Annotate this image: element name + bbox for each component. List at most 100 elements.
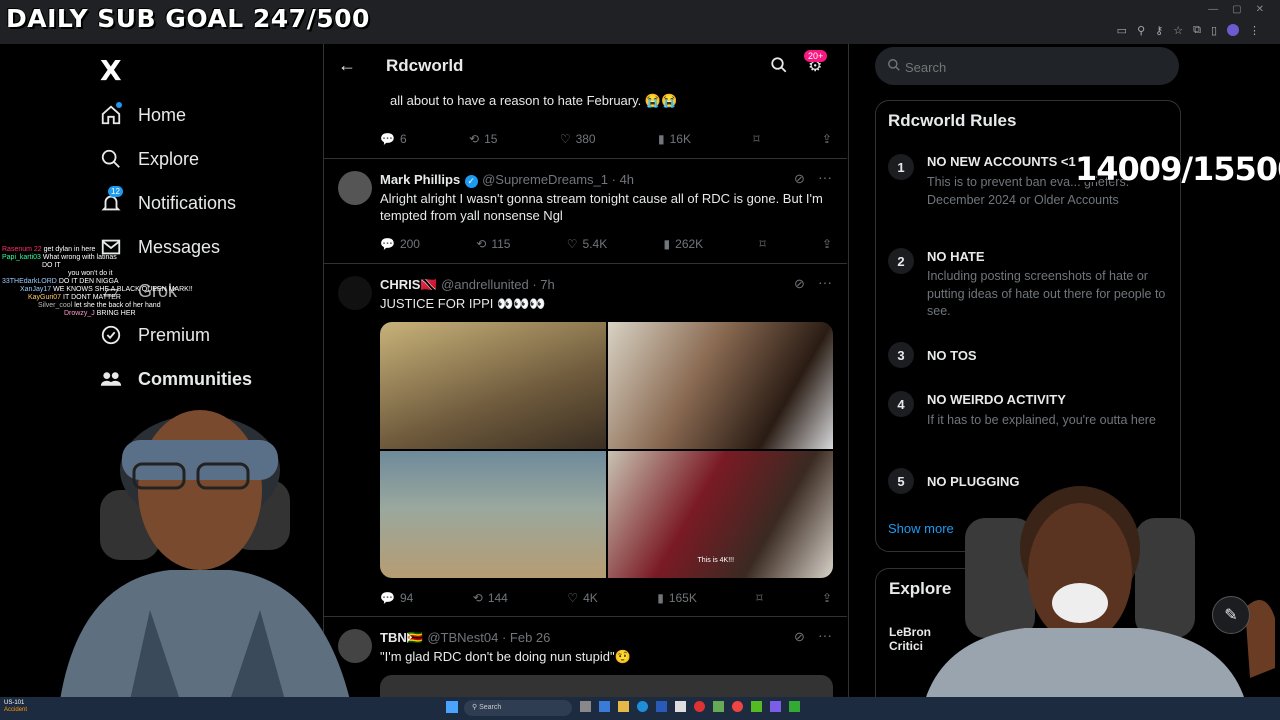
views-icon: ▮ <box>657 591 664 605</box>
nav-premium[interactable]: Premium <box>100 324 210 346</box>
edge-icon[interactable] <box>637 701 648 712</box>
rule-title: NO TOS <box>927 348 977 363</box>
more-icon[interactable]: ··· <box>818 274 832 290</box>
reply-button[interactable]: 💬 94 <box>380 591 413 605</box>
weather-widget[interactable]: US-101 Accident <box>4 700 27 714</box>
nav-home-label: Home <box>138 104 187 125</box>
like-button[interactable]: ♡ 380 <box>560 132 596 146</box>
views-button[interactable]: ▮ 165K <box>657 591 697 605</box>
tweet[interactable]: all about to have a reason to hate Febru… <box>324 88 847 159</box>
grok-icon[interactable]: ⊘ <box>794 171 805 187</box>
tweet-handle[interactable]: @TBNest04 · Feb 26 <box>427 630 550 645</box>
search-icon[interactable] <box>770 56 788 79</box>
zoom-icon[interactable]: ⚲ <box>1137 24 1145 37</box>
heart-icon: ♡ <box>567 591 579 605</box>
share-icon[interactable]: ⇪ <box>822 132 832 146</box>
discord-icon[interactable] <box>770 701 781 712</box>
grok-icon[interactable]: ⊘ <box>794 629 805 645</box>
media-image[interactable] <box>380 322 606 449</box>
nav-home[interactable]: Home <box>100 102 187 126</box>
compose-icon: ✎ <box>1224 607 1238 624</box>
close-icon[interactable]: ✕ <box>1256 4 1264 15</box>
cast-icon[interactable]: ▭ <box>1117 24 1127 37</box>
sidebar-icon[interactable]: ▯ <box>1211 24 1217 37</box>
key-icon[interactable]: ⚷ <box>1155 24 1163 37</box>
tweet-text: all about to have a reason to hate Febru… <box>390 93 678 108</box>
tweet-author-name[interactable]: TBN🇿🇼 <box>380 630 423 645</box>
taskbar: US-101 Accident ⚲ Search <box>0 697 1280 720</box>
tweet-header: Mark Phillips ✓ @SupremeDreams_1 · 4h <box>380 171 634 189</box>
share-icon[interactable]: ⇪ <box>822 237 832 251</box>
more-icon[interactable]: ··· <box>818 627 832 643</box>
store-icon[interactable] <box>656 701 667 712</box>
reply-button[interactable]: 💬 6 <box>380 132 407 146</box>
search-box[interactable] <box>875 47 1179 85</box>
repost-button[interactable]: ⟲ 144 <box>473 591 508 605</box>
notification-count-badge: 20+ <box>804 50 828 62</box>
obs-icon[interactable] <box>694 701 705 712</box>
tweet-media-grid[interactable]: This is 4K!!! <box>380 322 833 578</box>
tweet[interactable]: Mark Phillips ✓ @SupremeDreams_1 · 4h ⊘ … <box>324 159 847 264</box>
search-input[interactable] <box>903 55 1167 79</box>
nav-explore-label: Explore <box>138 148 200 169</box>
maximize-icon[interactable]: ▢ <box>1232 4 1241 15</box>
tweet-handle[interactable]: @SupremeDreams_1 · 4h <box>482 172 634 187</box>
task-view-icon[interactable] <box>580 701 591 712</box>
profile-icon[interactable] <box>1227 24 1239 36</box>
like-button[interactable]: ♡ 4K <box>567 591 597 605</box>
nav-explore[interactable]: Explore <box>100 148 199 170</box>
tweet[interactable]: CHRIS🇹🇹 @andrellunited · 7h ⊘ ··· JUSTIC… <box>324 264 847 617</box>
avatar[interactable] <box>338 171 372 205</box>
media-image[interactable] <box>380 451 606 578</box>
reply-button[interactable]: 💬 200 <box>380 237 420 251</box>
grok-icon[interactable]: ⊘ <box>794 276 805 292</box>
taskbar-search[interactable]: ⚲ Search <box>464 700 572 716</box>
repost-button[interactable]: ⟲ 115 <box>476 237 510 251</box>
bookmark-icon[interactable]: ⌑ <box>759 237 765 251</box>
star-icon[interactable]: ☆ <box>1173 24 1183 37</box>
tweet-handle[interactable]: @andrellunited · 7h <box>441 277 555 292</box>
spotify-icon[interactable] <box>789 701 800 712</box>
rule-description: Including posting screenshots of hate or… <box>927 269 1166 318</box>
repost-button[interactable]: ⟲ 15 <box>469 132 497 146</box>
bell-icon: 12 <box>100 186 123 214</box>
app-icon[interactable] <box>751 701 762 712</box>
file-explorer-icon[interactable] <box>618 701 629 712</box>
views-button[interactable]: ▮ 16K <box>658 132 691 146</box>
media-image[interactable]: This is 4K!!! <box>607 451 833 578</box>
more-icon[interactable]: ··· <box>818 169 832 185</box>
x-logo[interactable]: X <box>100 54 122 87</box>
repost-icon: ⟲ <box>476 237 487 251</box>
views-icon: ▮ <box>657 132 665 146</box>
chrome-icon[interactable] <box>732 701 743 712</box>
back-arrow-icon[interactable]: ← <box>338 55 356 76</box>
menu-icon[interactable]: ⋮ <box>1249 24 1260 37</box>
media-image[interactable] <box>380 675 833 697</box>
taskbar-apps <box>580 701 800 712</box>
extensions-icon[interactable]: ⧉ <box>1193 24 1201 37</box>
rule-number: 3 <box>888 342 914 368</box>
widgets-icon[interactable] <box>599 701 610 712</box>
media-image[interactable] <box>607 322 833 449</box>
window-controls[interactable]: — ▢ ✕ <box>1208 4 1264 15</box>
avatar[interactable] <box>338 276 372 310</box>
share-icon[interactable]: ⇪ <box>822 591 832 605</box>
minimize-icon[interactable]: — <box>1208 4 1218 15</box>
bookmark-icon[interactable]: ⌑ <box>756 591 762 605</box>
messages-drawer-button[interactable]: ✎ <box>1212 596 1250 634</box>
app-icon[interactable] <box>713 701 724 712</box>
windows-start-icon[interactable] <box>446 701 458 713</box>
like-button[interactable]: ♡ 5.4K <box>567 237 607 251</box>
reply-icon: 💬 <box>380 132 395 146</box>
views-button[interactable]: ▮ 262K <box>664 237 704 251</box>
tweet-text: Alright alright I wasn't gonna stream to… <box>380 191 823 223</box>
nav-notifications[interactable]: 12 Notifications <box>100 186 236 214</box>
tweet-author-name[interactable]: CHRIS🇹🇹 <box>380 277 437 292</box>
tweet[interactable]: TBN🇿🇼 @TBNest04 · Feb 26 ⊘ ··· "I'm glad… <box>324 617 847 697</box>
chat-line: Papi_karti03 What wrong with latinas <box>2 254 117 261</box>
browser-toolbar: ▭ ⚲ ⚷ ☆ ⧉ ▯ ⋮ <box>1117 24 1260 37</box>
tweet-author-name[interactable]: Mark Phillips <box>380 172 460 187</box>
bookmark-icon[interactable]: ⌑ <box>753 132 759 146</box>
counter-overlay: 14009/15500 <box>1075 150 1280 188</box>
app-icon[interactable] <box>675 701 686 712</box>
